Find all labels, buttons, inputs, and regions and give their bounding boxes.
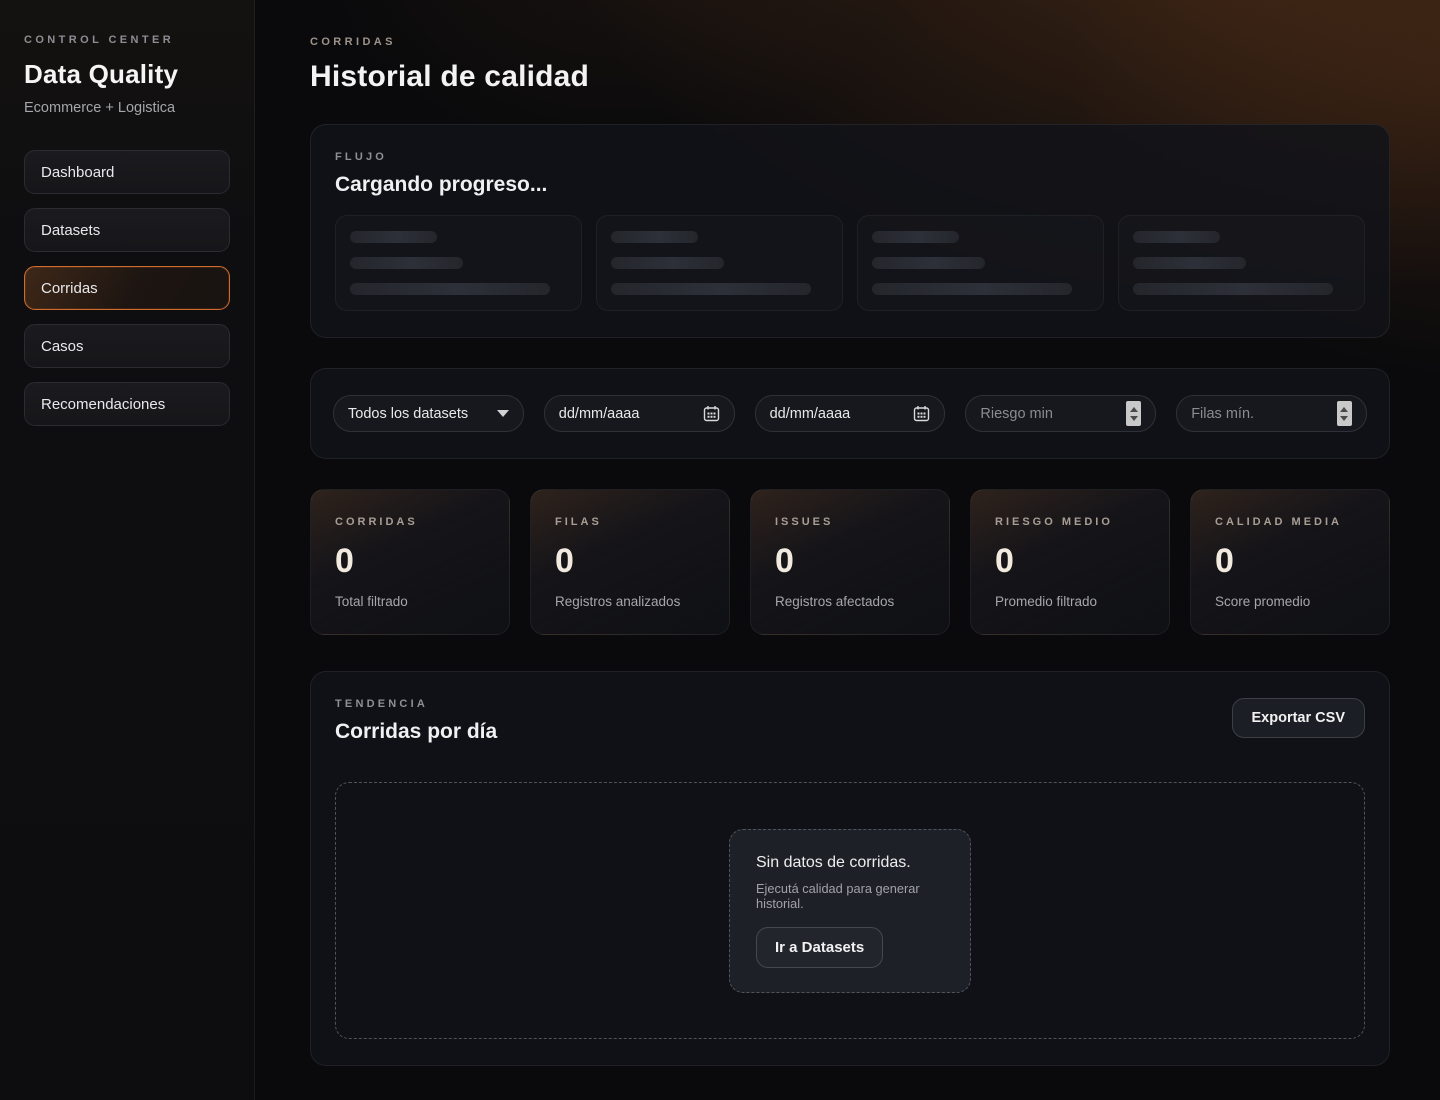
stat-value: 0 — [995, 544, 1145, 578]
skeleton-bar — [350, 283, 550, 295]
trend-titles: TENDENCIA Corridas por día — [335, 698, 497, 744]
sidebar-item-label: Dashboard — [41, 164, 114, 181]
flujo-skeleton-row — [335, 215, 1365, 311]
date-from-input[interactable]: dd/mm/aaaa — [544, 395, 735, 432]
trend-header: TENDENCIA Corridas por día Exportar CSV — [335, 698, 1365, 744]
rows-min-input[interactable]: Filas mín. — [1176, 395, 1367, 432]
sidebar-item-label: Datasets — [41, 222, 100, 239]
rows-min-placeholder: Filas mín. — [1191, 406, 1254, 422]
filter-bar: Todos los datasets dd/mm/aaaa dd/mm/aaaa — [310, 368, 1390, 459]
skeleton-bar — [611, 231, 698, 243]
stat-sublabel: Total filtrado — [335, 594, 485, 609]
stat-card-calidad-media: CALIDAD MEDIA 0 Score promedio — [1190, 489, 1390, 635]
stat-card-corridas: CORRIDAS 0 Total filtrado — [310, 489, 510, 635]
stats-row: CORRIDAS 0 Total filtrado FILAS 0 Regist… — [310, 489, 1390, 635]
stat-card-filas: FILAS 0 Registros analizados — [530, 489, 730, 635]
skeleton-bar — [611, 257, 724, 269]
stat-label: ISSUES — [775, 516, 925, 528]
skeleton-bar — [350, 231, 437, 243]
sidebar-item-recomendaciones[interactable]: Recomendaciones — [24, 382, 230, 426]
go-to-datasets-button[interactable]: Ir a Datasets — [756, 927, 883, 968]
skeleton-card — [335, 215, 582, 311]
sidebar: CONTROL CENTER Data Quality Ecommerce + … — [0, 0, 255, 1100]
sidebar-item-label: Recomendaciones — [41, 396, 165, 413]
stat-label: CALIDAD MEDIA — [1215, 516, 1365, 528]
sidebar-item-dashboard[interactable]: Dashboard — [24, 150, 230, 194]
stat-card-issues: ISSUES 0 Registros afectados — [750, 489, 950, 635]
stat-label: RIESGO MEDIO — [995, 516, 1145, 528]
trend-eyebrow: TENDENCIA — [335, 698, 497, 710]
stat-card-riesgo-medio: RIESGO MEDIO 0 Promedio filtrado — [970, 489, 1170, 635]
stat-sublabel: Registros analizados — [555, 594, 705, 609]
skeleton-bar — [872, 283, 1072, 295]
stepper-up-icon — [1130, 407, 1138, 412]
risk-min-placeholder: Riesgo min — [980, 406, 1053, 422]
sidebar-item-label: Casos — [41, 338, 84, 355]
flujo-title: Cargando progreso... — [335, 173, 1365, 197]
sidebar-nav: Dashboard Datasets Corridas Casos Recome… — [24, 150, 230, 426]
dataset-select[interactable]: Todos los datasets — [333, 395, 524, 432]
chevron-down-icon — [497, 410, 509, 417]
app-title: Data Quality — [24, 59, 230, 90]
skeleton-bar — [872, 257, 985, 269]
calendar-icon[interactable] — [913, 405, 930, 422]
empty-state-title: Sin datos de corridas. — [756, 854, 944, 872]
flujo-card: FLUJO Cargando progreso... — [310, 124, 1390, 338]
stepper-down-icon — [1130, 416, 1138, 421]
skeleton-card — [1118, 215, 1365, 311]
date-from-placeholder: dd/mm/aaaa — [559, 406, 640, 422]
stat-value: 0 — [775, 544, 925, 578]
empty-state: Sin datos de corridas. Ejecutá calidad p… — [729, 829, 971, 993]
export-csv-button[interactable]: Exportar CSV — [1232, 698, 1365, 738]
sidebar-item-datasets[interactable]: Datasets — [24, 208, 230, 252]
skeleton-bar — [872, 231, 959, 243]
stat-sublabel: Promedio filtrado — [995, 594, 1145, 609]
trend-chart-area: Sin datos de corridas. Ejecutá calidad p… — [335, 782, 1365, 1039]
sidebar-item-corridas[interactable]: Corridas — [24, 266, 230, 310]
trend-title: Corridas por día — [335, 720, 497, 744]
main-content: CORRIDAS Historial de calidad FLUJO Carg… — [255, 0, 1440, 1100]
sidebar-item-label: Corridas — [41, 280, 98, 297]
stepper-down-icon — [1340, 416, 1348, 421]
stat-label: CORRIDAS — [335, 516, 485, 528]
skeleton-bar — [1133, 283, 1333, 295]
skeleton-card — [596, 215, 843, 311]
page-title: Historial de calidad — [310, 60, 1390, 94]
calendar-icon[interactable] — [703, 405, 720, 422]
stat-label: FILAS — [555, 516, 705, 528]
number-stepper-icon[interactable] — [1126, 401, 1141, 426]
skeleton-bar — [1133, 231, 1220, 243]
trend-card: TENDENCIA Corridas por día Exportar CSV … — [310, 671, 1390, 1066]
dataset-select-value: Todos los datasets — [348, 406, 468, 422]
skeleton-bar — [350, 257, 463, 269]
sidebar-eyebrow: CONTROL CENTER — [24, 34, 230, 46]
stat-value: 0 — [335, 544, 485, 578]
flujo-eyebrow: FLUJO — [335, 151, 1365, 163]
date-to-placeholder: dd/mm/aaaa — [770, 406, 851, 422]
stat-sublabel: Registros afectados — [775, 594, 925, 609]
skeleton-bar — [611, 283, 811, 295]
skeleton-card — [857, 215, 1104, 311]
page-eyebrow: CORRIDAS — [310, 36, 1390, 48]
date-to-input[interactable]: dd/mm/aaaa — [755, 395, 946, 432]
stat-sublabel: Score promedio — [1215, 594, 1365, 609]
stat-value: 0 — [1215, 544, 1365, 578]
sidebar-item-casos[interactable]: Casos — [24, 324, 230, 368]
risk-min-input[interactable]: Riesgo min — [965, 395, 1156, 432]
empty-state-subtitle: Ejecutá calidad para generar historial. — [756, 881, 944, 911]
number-stepper-icon[interactable] — [1337, 401, 1352, 426]
skeleton-bar — [1133, 257, 1246, 269]
stepper-up-icon — [1340, 407, 1348, 412]
stat-value: 0 — [555, 544, 705, 578]
app-subtitle: Ecommerce + Logistica — [24, 100, 230, 116]
